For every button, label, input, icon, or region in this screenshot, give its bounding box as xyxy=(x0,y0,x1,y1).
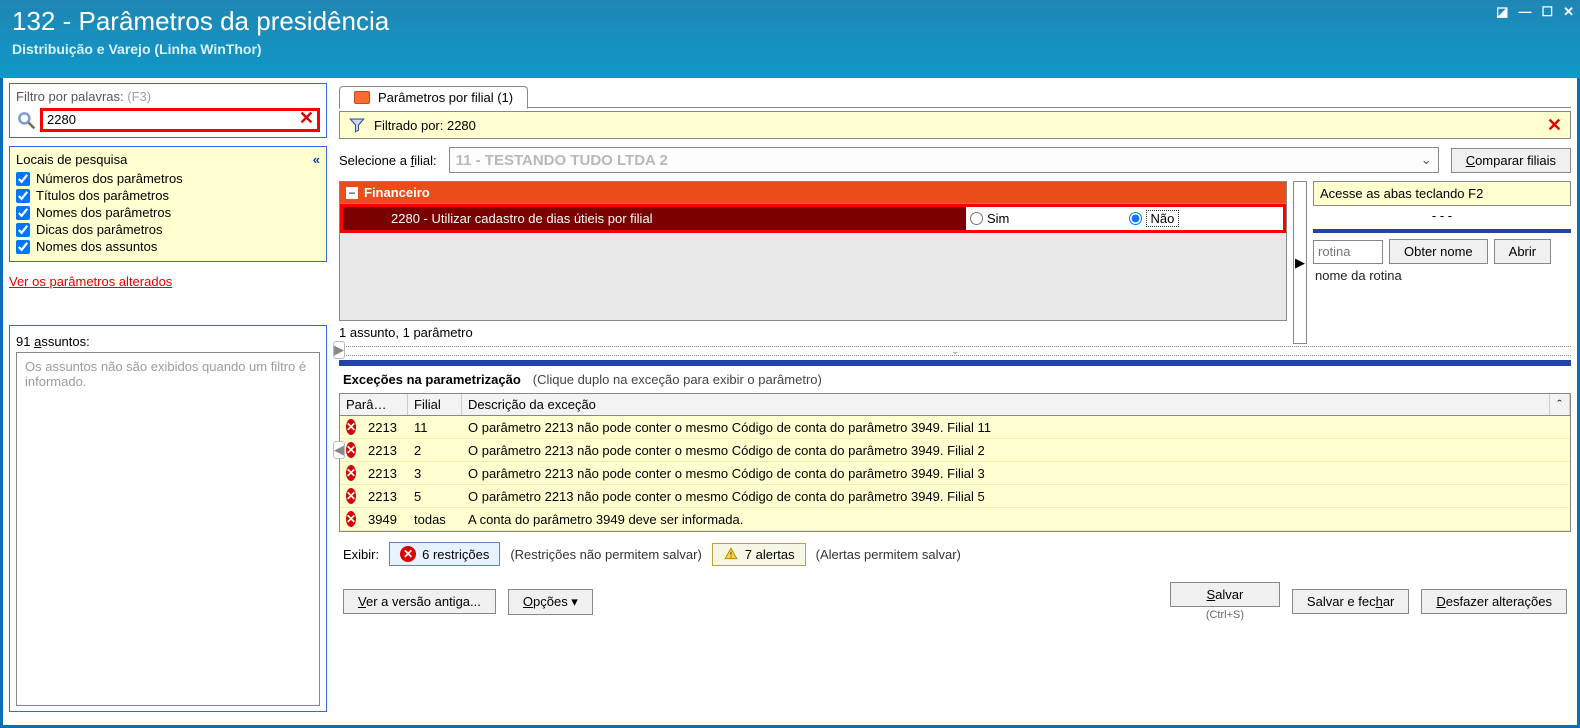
window-restore-icon[interactable]: ◪ xyxy=(1496,4,1508,20)
horizontal-splitter[interactable]: ⌄ xyxy=(339,346,1571,356)
magnifier-icon xyxy=(16,110,36,130)
left-column: Filtro por palavras: (F3) 2280 ✕ Loca xyxy=(3,78,333,725)
nome-rotina-text: nome da rotina xyxy=(1313,264,1571,287)
salvar-button[interactable]: Salvar xyxy=(1170,582,1280,607)
check-nomes-param[interactable]: Nomes dos parâmetros xyxy=(16,205,320,220)
exception-row[interactable]: ✕221311O parâmetro 2213 não pode conter … xyxy=(340,416,1570,439)
tab-strip: Parâmetros por filial (1) xyxy=(339,82,1571,112)
vertical-splitter[interactable]: ▶◀ xyxy=(332,300,346,500)
exception-row[interactable]: ✕22135O parâmetro 2213 não pode conter o… xyxy=(340,485,1570,508)
error-icon: ✕ xyxy=(346,442,356,458)
salvar-hint: (Ctrl+S) xyxy=(1206,609,1244,621)
window-minimize-icon[interactable]: — xyxy=(1518,4,1531,20)
exceptions-grid: Parâ… Filial Descrição da exceção ˆ ✕221… xyxy=(339,393,1571,532)
ver-alterados-link[interactable]: Ver os parâmetros alterados xyxy=(9,274,327,289)
exhibit-label: Exibir: xyxy=(343,547,379,562)
side-dashes: - - - xyxy=(1313,206,1571,225)
collapse-locais-icon[interactable]: « xyxy=(313,152,320,167)
param-opt-nao[interactable]: Não xyxy=(1125,210,1284,227)
warning-icon xyxy=(723,547,739,561)
scroll-up-icon[interactable]: ˆ xyxy=(1550,394,1570,415)
error-icon: ✕ xyxy=(346,419,356,435)
active-filter-bar: Filtrado por: 2280 ✕ xyxy=(339,111,1571,139)
window-subtitle: Distribuição e Varejo (Linha WinThor) xyxy=(12,41,389,57)
obter-nome-button[interactable]: Obter nome xyxy=(1389,239,1488,264)
content-area: Filtro por palavras: (F3) 2280 ✕ Loca xyxy=(0,78,1580,728)
filial-row: Selecione a filial: 11 - TESTANDO TUDO L… xyxy=(339,147,1571,173)
title-bar: 132 - Parâmetros da presidência Distribu… xyxy=(0,0,1580,78)
alertas-pill[interactable]: 7 alertas xyxy=(712,543,806,566)
error-icon: ✕ xyxy=(346,488,356,504)
param-grid: − Financeiro 2280 - Utilizar cadastro de… xyxy=(339,181,1287,321)
assuntos-panel: 91 assuntos: Os assuntos não são exibido… xyxy=(9,325,327,712)
exc-sub: (Clique duplo na exceção para exibir o p… xyxy=(533,372,822,387)
param-row-2280[interactable]: 2280 - Utilizar cadastro de dias útieis … xyxy=(340,203,1286,233)
clear-filter-icon[interactable]: ✕ xyxy=(299,108,314,129)
filial-select[interactable]: 11 - TESTANDO TUDO LTDA 2 ⌄ xyxy=(449,147,1439,173)
tab-parametros-filial[interactable]: Parâmetros por filial (1) xyxy=(339,86,528,109)
restricoes-pill[interactable]: ✕ 6 restrições xyxy=(389,542,500,566)
check-titulos[interactable]: Títulos dos parâmetros xyxy=(16,188,320,203)
assuntos-message: Os assuntos não são exibidos quando um f… xyxy=(16,352,320,706)
param-desc: 2280 - Utilizar cadastro de dias útieis … xyxy=(340,204,966,233)
filter-input[interactable]: 2280 xyxy=(40,108,320,132)
locais-title: Locais de pesquisa xyxy=(16,152,127,167)
col-param[interactable]: Parâ… xyxy=(340,394,408,415)
error-icon: ✕ xyxy=(346,511,356,527)
error-icon: ✕ xyxy=(400,546,416,562)
collapse-group-icon[interactable]: − xyxy=(346,187,358,199)
filter-label: Filtro por palavras: (F3) xyxy=(16,89,320,104)
check-nomes-assuntos[interactable]: Nomes dos assuntos xyxy=(16,239,320,254)
exception-row[interactable]: ✕22132O parâmetro 2213 não pode conter o… xyxy=(340,439,1570,462)
window-title: 132 - Parâmetros da presidência xyxy=(12,6,389,37)
locais-panel: Locais de pesquisa « Números dos parâmet… xyxy=(9,146,327,262)
right-column: Parâmetros por filial (1) Filtrado por: … xyxy=(333,78,1577,725)
abrir-button[interactable]: Abrir xyxy=(1494,239,1551,264)
check-dicas[interactable]: Dicas dos parâmetros xyxy=(16,222,320,237)
check-numeros[interactable]: Números dos parâmetros xyxy=(16,171,320,186)
exception-row[interactable]: ✕22133O parâmetro 2213 não pode conter o… xyxy=(340,462,1570,485)
side-hint: Acesse as abas teclando F2 xyxy=(1313,181,1571,206)
salvar-fechar-button[interactable]: Salvar e fechar xyxy=(1292,589,1409,614)
col-desc[interactable]: Descrição da exceção xyxy=(462,394,1550,415)
desfazer-button[interactable]: Desfazer alterações xyxy=(1421,589,1567,614)
window-close-icon[interactable]: ✕ xyxy=(1563,4,1574,20)
app-window: 132 - Parâmetros da presidência Distribu… xyxy=(0,0,1580,728)
side-panel: Acesse as abas teclando F2 - - - Obter n… xyxy=(1313,181,1571,344)
col-filial[interactable]: Filial xyxy=(408,394,462,415)
comparar-filiais-button[interactable]: Comparar filiais xyxy=(1451,148,1571,173)
group-financeiro[interactable]: − Financeiro xyxy=(340,182,1286,203)
status-line: 1 assunto, 1 parâmetro xyxy=(339,321,1287,344)
exception-row[interactable]: ✕3949todasA conta do parâmetro 3949 deve… xyxy=(340,508,1570,531)
funnel-icon xyxy=(348,116,366,134)
exhibit-row: Exibir: ✕ 6 restrições (Restrições não p… xyxy=(339,532,1571,576)
rotina-input[interactable] xyxy=(1313,240,1383,264)
chevron-down-icon[interactable]: ⌄ xyxy=(1421,152,1432,168)
filter-bar-text: Filtrado por: 2280 xyxy=(374,118,476,133)
side-expander[interactable]: ▶ xyxy=(1293,181,1307,344)
filter-panel: Filtro por palavras: (F3) 2280 ✕ xyxy=(9,83,327,138)
opcoes-button[interactable]: Opções ▾ xyxy=(508,589,593,615)
clear-active-filter-icon[interactable]: ✕ xyxy=(1547,115,1562,136)
exc-title: Exceções na parametrização xyxy=(343,372,521,387)
param-opt-sim[interactable]: Sim xyxy=(966,211,1125,226)
folder-icon xyxy=(354,91,370,104)
error-icon: ✕ xyxy=(346,465,356,481)
ver-versao-antiga-button[interactable]: Ver a versão antiga... xyxy=(343,589,496,614)
window-maximize-icon[interactable]: ☐ xyxy=(1541,4,1553,20)
